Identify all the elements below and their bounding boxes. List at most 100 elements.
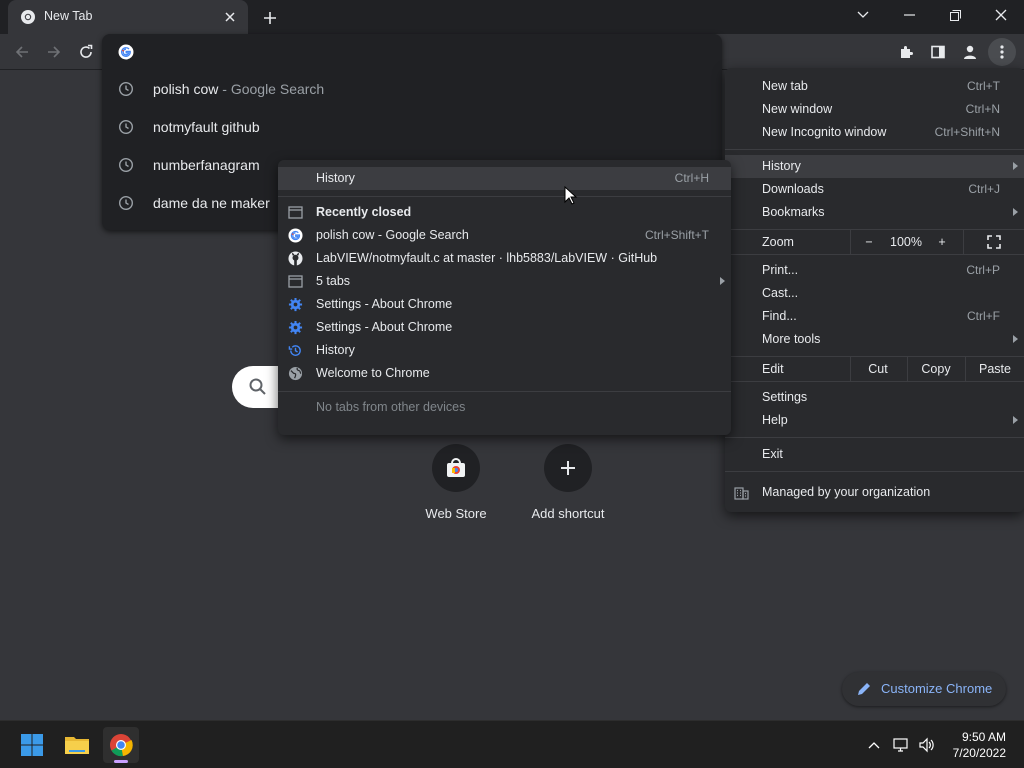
history-item[interactable]: Settings - About Chrome [278,293,731,316]
menu-item-exit[interactable]: Exit [725,443,1024,466]
menu-shortcut: Ctrl+N [965,102,1000,116]
omnibox-suggestion[interactable]: notmyfault github [102,108,722,146]
menu-item-new-incognito[interactable]: New Incognito window Ctrl+Shift+N [725,121,1024,144]
menu-item-history[interactable]: History [725,155,1024,178]
zoom-in-button[interactable]: + [925,230,959,254]
menu-label: Recently closed [316,205,412,219]
menu-item-new-tab[interactable]: New tab Ctrl+T [725,75,1024,98]
menu-shortcut: Ctrl+F [967,309,1000,323]
shortcut-add[interactable]: Add shortcut [512,444,624,534]
chrome-taskbar-icon[interactable] [103,727,139,763]
network-icon[interactable] [892,735,912,755]
windows-taskbar: 9:50 AM 7/20/2022 [0,720,1024,768]
back-icon[interactable] [8,38,36,66]
windows-start-icon[interactable] [14,727,50,763]
suggestion-text: notmyfault github [153,119,260,135]
omnibox-suggestion[interactable]: polish cow - Google Search [102,70,722,108]
tab-new-tab[interactable]: New Tab [8,0,248,34]
file-explorer-icon[interactable] [59,727,95,763]
history-item[interactable]: Welcome to Chrome [278,362,731,385]
menu-separator [278,391,731,392]
omnibox-input[interactable] [146,42,706,62]
customize-chrome-button[interactable]: Customize Chrome [842,672,1006,706]
active-app-indicator [114,760,128,763]
menu-shortcut: Ctrl+H [674,171,709,185]
submenu-arrow-icon [1013,162,1018,170]
side-panel-icon[interactable] [924,38,952,66]
settings-gear-icon [288,320,303,335]
history-clock-icon [118,195,134,211]
menu-kebab-icon[interactable] [988,38,1016,66]
extensions-icon[interactable] [892,38,920,66]
zoom-level: 100% [890,235,922,249]
tab-title: New Tab [44,9,93,23]
menu-label: 5 tabs [316,274,351,288]
minimize-icon[interactable] [886,2,932,28]
menu-label: History [316,343,355,357]
menu-separator [725,149,1024,150]
restore-icon[interactable] [932,2,978,28]
fullscreen-icon[interactable] [964,230,1024,254]
menu-separator [725,471,1024,472]
copy-button[interactable]: Copy [908,357,964,381]
window-icon [288,205,303,220]
paste-button[interactable]: Paste [966,357,1024,381]
suggestion-suffix: - Google Search [218,81,325,97]
history-icon [288,343,303,358]
tab-search-icon[interactable] [840,2,886,28]
omnibox-input-row[interactable] [102,34,722,70]
menu-item-more-tools[interactable]: More tools [725,328,1024,351]
menu-label: Welcome to Chrome [316,366,430,380]
volume-icon[interactable] [917,735,937,755]
menu-separator [725,254,1024,255]
menu-item-help[interactable]: Help [725,409,1024,432]
menu-item-downloads[interactable]: Downloads Ctrl+J [725,178,1024,201]
menu-label: History [762,159,801,173]
history-item-5-tabs[interactable]: 5 tabs [278,270,731,293]
settings-gear-icon [288,297,303,312]
show-hidden-icons-icon[interactable] [864,735,884,755]
taskbar-clock[interactable]: 9:50 AM 7/20/2022 [953,729,1006,761]
submenu-arrow-icon [720,277,725,285]
zoom-out-button[interactable]: − [851,230,887,254]
history-recently-closed-header: Recently closed [278,201,731,224]
github-icon [288,251,303,266]
clock-date: 7/20/2022 [952,746,1006,760]
menu-shortcut: Ctrl+J [968,182,1000,196]
menu-label: History [316,171,355,185]
tab-strip: New Tab [0,0,1024,34]
history-item[interactable]: LabVIEW/notmyfault.c at master · lhb5883… [278,247,731,270]
menu-label: Find... [762,309,797,323]
menu-shortcut: Ctrl+P [966,263,1000,277]
menu-item-cast[interactable]: Cast... [725,282,1024,305]
menu-item-managed[interactable]: Managed by your organization [725,481,1024,504]
menu-label: Managed by your organization [762,485,931,499]
menu-item-new-window[interactable]: New window Ctrl+N [725,98,1024,121]
chrome-icon [20,9,36,25]
mouse-cursor-icon [564,185,578,206]
menu-item-edit: Edit Cut Copy Paste [725,357,1024,381]
google-icon [118,44,134,60]
close-window-icon[interactable] [978,2,1024,28]
menu-shortcut: Ctrl+Shift+N [934,125,1000,139]
history-item[interactable]: History [278,339,731,362]
history-menu-item-history[interactable]: History Ctrl+H [278,167,731,190]
reload-icon[interactable] [72,38,100,66]
history-no-tabs: No tabs from other devices [278,396,731,419]
menu-item-find[interactable]: Find... Ctrl+F [725,305,1024,328]
menu-separator [725,381,1024,382]
menu-label: Settings - About Chrome [316,320,453,334]
suggestion-text: numberfanagram [153,157,260,173]
history-item[interactable]: Settings - About Chrome [278,316,731,339]
close-tab-icon[interactable] [220,7,240,27]
menu-item-print[interactable]: Print... Ctrl+P [725,259,1024,282]
menu-label: Cast... [762,286,799,300]
forward-icon[interactable] [40,38,68,66]
cut-button[interactable]: Cut [851,357,905,381]
profile-icon[interactable] [956,38,984,66]
menu-item-settings[interactable]: Settings [725,386,1024,409]
history-item[interactable]: polish cow - Google Search Ctrl+Shift+T [278,224,731,247]
shortcut-web-store[interactable]: Web Store [400,444,512,534]
new-tab-button[interactable] [258,6,282,30]
menu-item-bookmarks[interactable]: Bookmarks [725,201,1024,224]
